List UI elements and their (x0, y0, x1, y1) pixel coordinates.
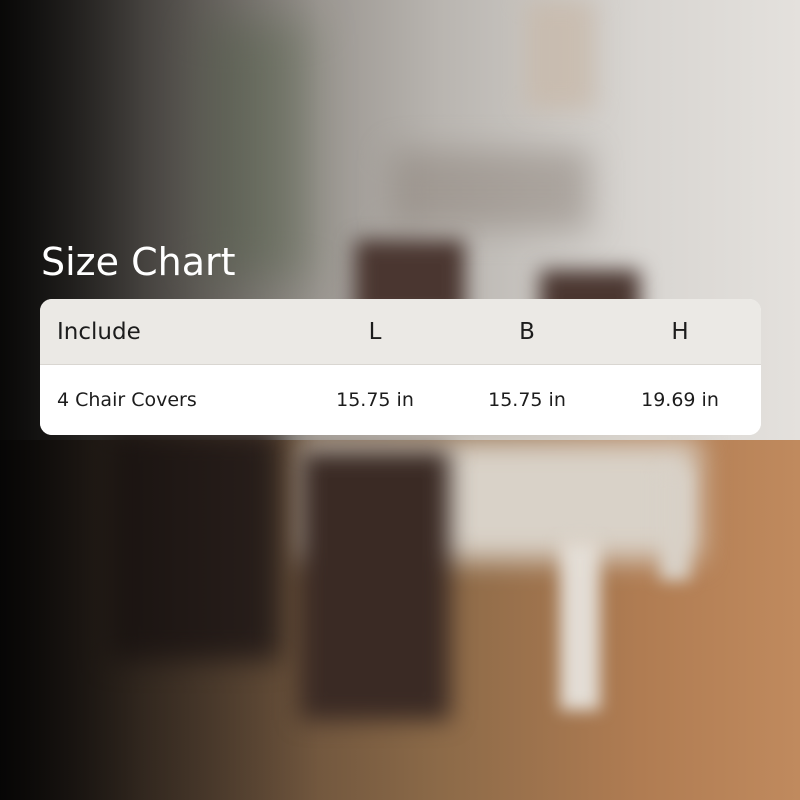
header-length: L (368, 318, 382, 345)
size-chart-table: Include L B H 4 Chair Covers 15.75 in 15… (40, 299, 761, 435)
header-breadth: B (519, 318, 535, 345)
page-title: Size Chart (41, 240, 236, 284)
table-row: 4 Chair Covers 15.75 in 15.75 in 19.69 i… (40, 365, 761, 435)
header-height: H (671, 318, 689, 345)
cell-breadth: 15.75 in (488, 389, 566, 411)
table-header-row: Include L B H (40, 299, 761, 365)
cell-length: 15.75 in (336, 389, 414, 411)
cell-include: 4 Chair Covers (57, 389, 197, 411)
header-include: Include (57, 318, 141, 345)
cell-height: 19.69 in (641, 389, 719, 411)
